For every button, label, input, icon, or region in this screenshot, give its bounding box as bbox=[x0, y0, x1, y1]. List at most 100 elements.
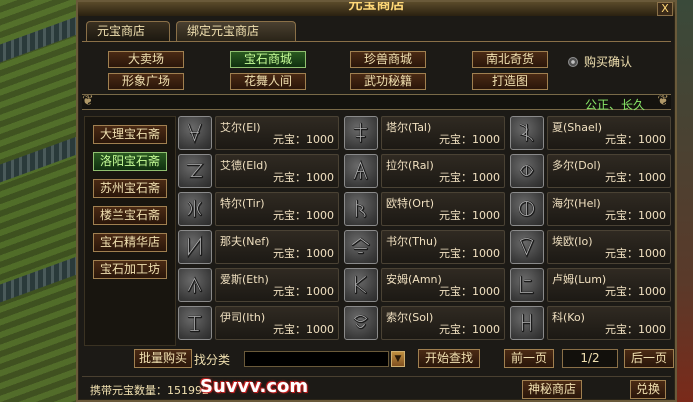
item-info[interactable]: 特尔(Tir) 元宝：1000 bbox=[215, 192, 339, 226]
store-button[interactable]: 宝石精华店 bbox=[93, 233, 167, 252]
item-cell[interactable]: 特尔(Tir) 元宝：1000 bbox=[178, 192, 341, 228]
scene-roof bbox=[0, 11, 78, 67]
game-scene-left bbox=[0, 0, 78, 402]
item-price: 元宝：1000 bbox=[273, 285, 334, 298]
chevron-down-icon[interactable]: ▼ bbox=[391, 351, 405, 367]
item-info[interactable]: 那夫(Nef) 元宝：1000 bbox=[215, 230, 339, 264]
rune-ko-icon[interactable] bbox=[510, 306, 544, 340]
item-cell[interactable]: 卢姆(Lum) 元宝：1000 bbox=[510, 268, 673, 304]
item-name: 科(Ko) bbox=[552, 311, 585, 324]
item-cell[interactable]: 塔尔(Tal) 元宝：1000 bbox=[344, 116, 507, 152]
window-title: 元宝商店 bbox=[78, 2, 675, 16]
rune-amn-icon[interactable] bbox=[344, 268, 378, 302]
rune-ral-icon[interactable] bbox=[344, 154, 378, 188]
batch-buy-button[interactable]: 批量购买 bbox=[134, 349, 192, 368]
rune-eth-icon[interactable] bbox=[178, 268, 212, 302]
item-info[interactable]: 安姆(Amn) 元宝：1000 bbox=[381, 268, 505, 302]
scene-roof bbox=[0, 251, 78, 307]
category-button[interactable]: 武功秘籍 bbox=[350, 73, 426, 90]
rune-ort-icon[interactable] bbox=[344, 192, 378, 226]
search-input[interactable] bbox=[244, 351, 389, 367]
item-price: 元宝：1000 bbox=[605, 209, 666, 222]
item-cell[interactable]: 拉尔(Ral) 元宝：1000 bbox=[344, 154, 507, 190]
tab-bound-yuanbao-shop[interactable]: 绑定元宝商店 bbox=[176, 21, 296, 41]
item-name: 多尔(Dol) bbox=[552, 159, 601, 172]
next-page-button[interactable]: 后一页 bbox=[624, 349, 674, 368]
item-cell[interactable]: 多尔(Dol) 元宝：1000 bbox=[510, 154, 673, 190]
rune-el-icon[interactable] bbox=[178, 116, 212, 150]
store-button[interactable]: 楼兰宝石斋 bbox=[93, 206, 167, 225]
item-info[interactable]: 书尔(Thu) 元宝：1000 bbox=[381, 230, 505, 264]
item-cell[interactable]: 科(Ko) 元宝：1000 bbox=[510, 306, 673, 342]
store-button[interactable]: 大理宝石斋 bbox=[93, 125, 167, 144]
rune-nef-icon[interactable] bbox=[178, 230, 212, 264]
purchase-confirm-toggle[interactable]: 购买确认 bbox=[568, 53, 632, 70]
item-price: 元宝：1000 bbox=[605, 133, 666, 146]
item-info[interactable]: 艾尔(El) 元宝：1000 bbox=[215, 116, 339, 150]
rune-tal-icon[interactable] bbox=[344, 116, 378, 150]
item-info[interactable]: 欧特(Ort) 元宝：1000 bbox=[381, 192, 505, 226]
item-cell[interactable]: 欧特(Ort) 元宝：1000 bbox=[344, 192, 507, 228]
category-button[interactable]: 大卖场 bbox=[108, 51, 184, 68]
rune-hel-icon[interactable] bbox=[510, 192, 544, 226]
item-cell[interactable]: 夏(Shael) 元宝：1000 bbox=[510, 116, 673, 152]
item-price: 元宝：1000 bbox=[273, 133, 334, 146]
search-label: 找分类 bbox=[194, 353, 231, 367]
item-info[interactable]: 索尔(Sol) 元宝：1000 bbox=[381, 306, 505, 340]
item-cell[interactable]: 海尔(Hel) 元宝：1000 bbox=[510, 192, 673, 228]
category-button[interactable]: 打造图 bbox=[472, 73, 548, 90]
close-button[interactable]: X bbox=[657, 2, 673, 16]
bottom-toolbar: 批量购买 找分类 ▼ 开始查找 前一页 1/2 后一页 bbox=[82, 345, 674, 371]
item-info[interactable]: 海尔(Hel) 元宝：1000 bbox=[547, 192, 671, 226]
item-name: 拉尔(Ral) bbox=[386, 159, 434, 172]
rune-io-icon[interactable] bbox=[510, 230, 544, 264]
rune-thu-icon[interactable] bbox=[344, 230, 378, 264]
start-search-button[interactable]: 开始查找 bbox=[418, 349, 480, 368]
item-price: 元宝：1000 bbox=[605, 247, 666, 260]
tab-yuanbao-shop[interactable]: 元宝商店 bbox=[86, 21, 170, 41]
item-grid: 艾尔(El) 元宝：1000 塔尔(Tal) 元宝：1000 夏(Shael) 元宝：10… bbox=[178, 116, 674, 342]
item-info[interactable]: 夏(Shael) 元宝：1000 bbox=[547, 116, 671, 150]
prev-page-button[interactable]: 前一页 bbox=[504, 349, 554, 368]
radio-icon[interactable] bbox=[568, 57, 578, 67]
store-button-active[interactable]: 洛阳宝石斋 bbox=[93, 152, 167, 171]
rune-sol-icon[interactable] bbox=[344, 306, 378, 340]
item-cell[interactable]: 书尔(Thu) 元宝：1000 bbox=[344, 230, 507, 266]
item-cell[interactable]: 那夫(Nef) 元宝：1000 bbox=[178, 230, 341, 266]
item-info[interactable]: 拉尔(Ral) 元宝：1000 bbox=[381, 154, 505, 188]
item-name: 夏(Shael) bbox=[552, 121, 603, 134]
item-cell[interactable]: 安姆(Amn) 元宝：1000 bbox=[344, 268, 507, 304]
mystery-shop-button[interactable]: 神秘商店 bbox=[522, 380, 582, 399]
item-cell[interactable]: 艾尔(El) 元宝：1000 bbox=[178, 116, 341, 152]
category-button[interactable]: 形象广场 bbox=[108, 73, 184, 90]
rune-dol-icon[interactable] bbox=[510, 154, 544, 188]
rune-shael-icon[interactable] bbox=[510, 116, 544, 150]
category-button[interactable]: 南北奇货 bbox=[472, 51, 548, 68]
category-button-active[interactable]: 宝石商城 bbox=[230, 51, 306, 68]
item-info[interactable]: 爱斯(Eth) 元宝：1000 bbox=[215, 268, 339, 302]
rune-tir-icon[interactable] bbox=[178, 192, 212, 226]
rune-eld-icon[interactable] bbox=[178, 154, 212, 188]
item-info[interactable]: 埃欧(Io) 元宝：1000 bbox=[547, 230, 671, 264]
category-button[interactable]: 花舞人间 bbox=[230, 73, 306, 90]
item-cell[interactable]: 伊司(Ith) 元宝：1000 bbox=[178, 306, 341, 342]
rune-lum-icon[interactable] bbox=[510, 268, 544, 302]
watermark: Suvvv.com bbox=[200, 376, 309, 397]
item-name: 艾尔(El) bbox=[220, 121, 261, 134]
item-info[interactable]: 塔尔(Tal) 元宝：1000 bbox=[381, 116, 505, 150]
item-cell[interactable]: 索尔(Sol) 元宝：1000 bbox=[344, 306, 507, 342]
rune-ith-icon[interactable] bbox=[178, 306, 212, 340]
item-info[interactable]: 多尔(Dol) 元宝：1000 bbox=[547, 154, 671, 188]
exchange-button[interactable]: 兑换 bbox=[630, 380, 666, 399]
store-button[interactable]: 宝石加工坊 bbox=[93, 260, 167, 279]
item-info[interactable]: 伊司(Ith) 元宝：1000 bbox=[215, 306, 339, 340]
item-info[interactable]: 科(Ko) 元宝：1000 bbox=[547, 306, 671, 340]
category-button[interactable]: 珍兽商城 bbox=[350, 51, 426, 68]
store-button[interactable]: 苏州宝石斋 bbox=[93, 179, 167, 198]
item-cell[interactable]: 爱斯(Eth) 元宝：1000 bbox=[178, 268, 341, 304]
item-info[interactable]: 卢姆(Lum) 元宝：1000 bbox=[547, 268, 671, 302]
slogan-text: 公正、长久 bbox=[584, 98, 645, 112]
item-cell[interactable]: 艾德(Eld) 元宝：1000 bbox=[178, 154, 341, 190]
item-info[interactable]: 艾德(Eld) 元宝：1000 bbox=[215, 154, 339, 188]
item-cell[interactable]: 埃欧(Io) 元宝：1000 bbox=[510, 230, 673, 266]
